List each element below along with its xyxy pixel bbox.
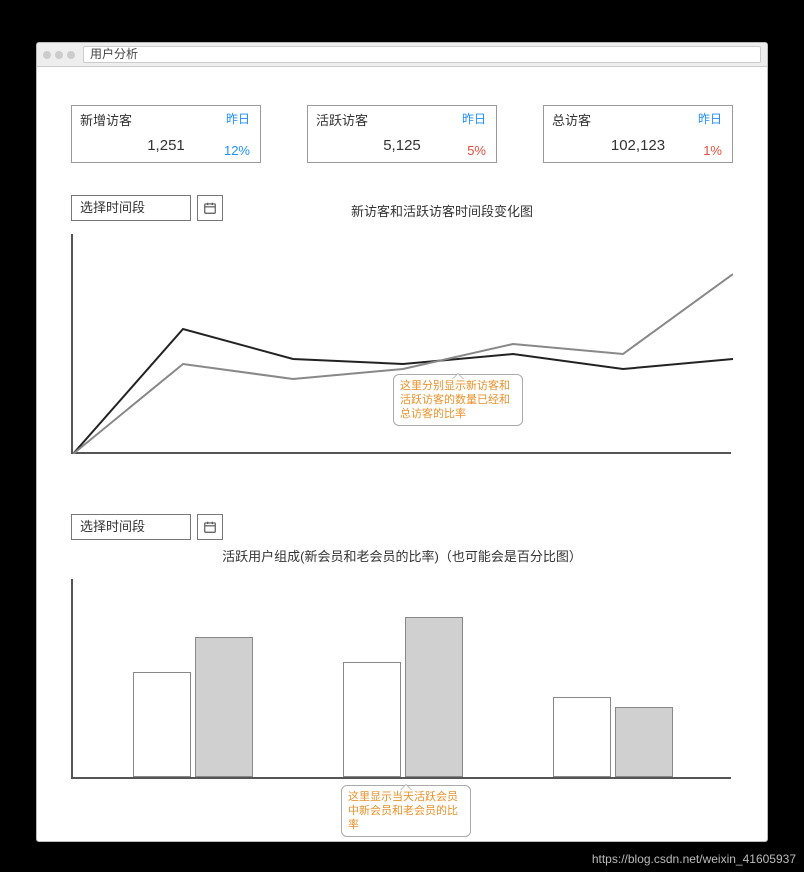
bar (615, 707, 673, 777)
window-controls[interactable] (43, 51, 75, 59)
bar (133, 672, 191, 777)
calendar-icon (203, 201, 217, 215)
line-chart-tooltip: 这里分别显示新访客和活跃访客的数量已经和总访客的比率 (393, 374, 523, 426)
line-chart-title: 新访客和活跃访客时间段变化图 (151, 201, 733, 220)
bar-chart-tooltip: 这里显示当天活跃会员中新会员和老会员的比率 (341, 785, 471, 837)
card-yesterday-link[interactable]: 昨日 (226, 110, 250, 127)
date-range-input[interactable]: 选择时间段 (71, 514, 191, 540)
watermark: https://blog.csdn.net/weixin_41605937 (592, 852, 796, 866)
calendar-button[interactable] (197, 514, 223, 540)
window-dot[interactable] (55, 51, 63, 59)
metric-cards-row: 新增访客 昨日 1,251 12% 活跃访客 昨日 5,125 5% 总访客 昨… (71, 105, 733, 163)
bar (553, 697, 611, 777)
date-range-input[interactable]: 选择时间段 (71, 195, 191, 221)
metric-card-active-visitors: 活跃访客 昨日 5,125 5% (307, 105, 497, 163)
calendar-icon (203, 520, 217, 534)
browser-window: 用户分析 新增访客 昨日 1,251 12% 活跃访客 昨日 5,125 5% … (36, 42, 768, 842)
bar-chart-title: 活跃用户组成(新会员和老会员的比率)（也可能会是百分比图） (71, 546, 733, 565)
bar-date-selector-row: 选择时间段 (71, 514, 733, 540)
calendar-button[interactable] (197, 195, 223, 221)
bar (405, 617, 463, 777)
window-titlebar: 用户分析 (37, 43, 767, 67)
card-value: 102,123 (552, 137, 724, 154)
bar-chart-area: 这里显示当天活跃会员中新会员和老会员的比率 (71, 579, 733, 779)
card-pct: 12% (224, 143, 250, 158)
bar (343, 662, 401, 777)
page-content: 新增访客 昨日 1,251 12% 活跃访客 昨日 5,125 5% 总访客 昨… (37, 67, 767, 789)
window-dot[interactable] (67, 51, 75, 59)
card-yesterday-link[interactable]: 昨日 (462, 110, 486, 127)
card-value: 5,125 (316, 137, 488, 154)
window-dot[interactable] (43, 51, 51, 59)
metric-card-new-visitors: 新增访客 昨日 1,251 12% (71, 105, 261, 163)
card-yesterday-link[interactable]: 昨日 (698, 110, 722, 127)
card-pct: 5% (467, 143, 486, 158)
metric-card-total-visitors: 总访客 昨日 102,123 1% (543, 105, 733, 163)
bar (195, 637, 253, 777)
url-bar[interactable]: 用户分析 (83, 46, 761, 63)
line-chart: 这里分别显示新访客和活跃访客的数量已经和总访客的比率 (71, 234, 731, 454)
card-pct: 1% (703, 143, 722, 158)
bar-chart (71, 579, 731, 779)
